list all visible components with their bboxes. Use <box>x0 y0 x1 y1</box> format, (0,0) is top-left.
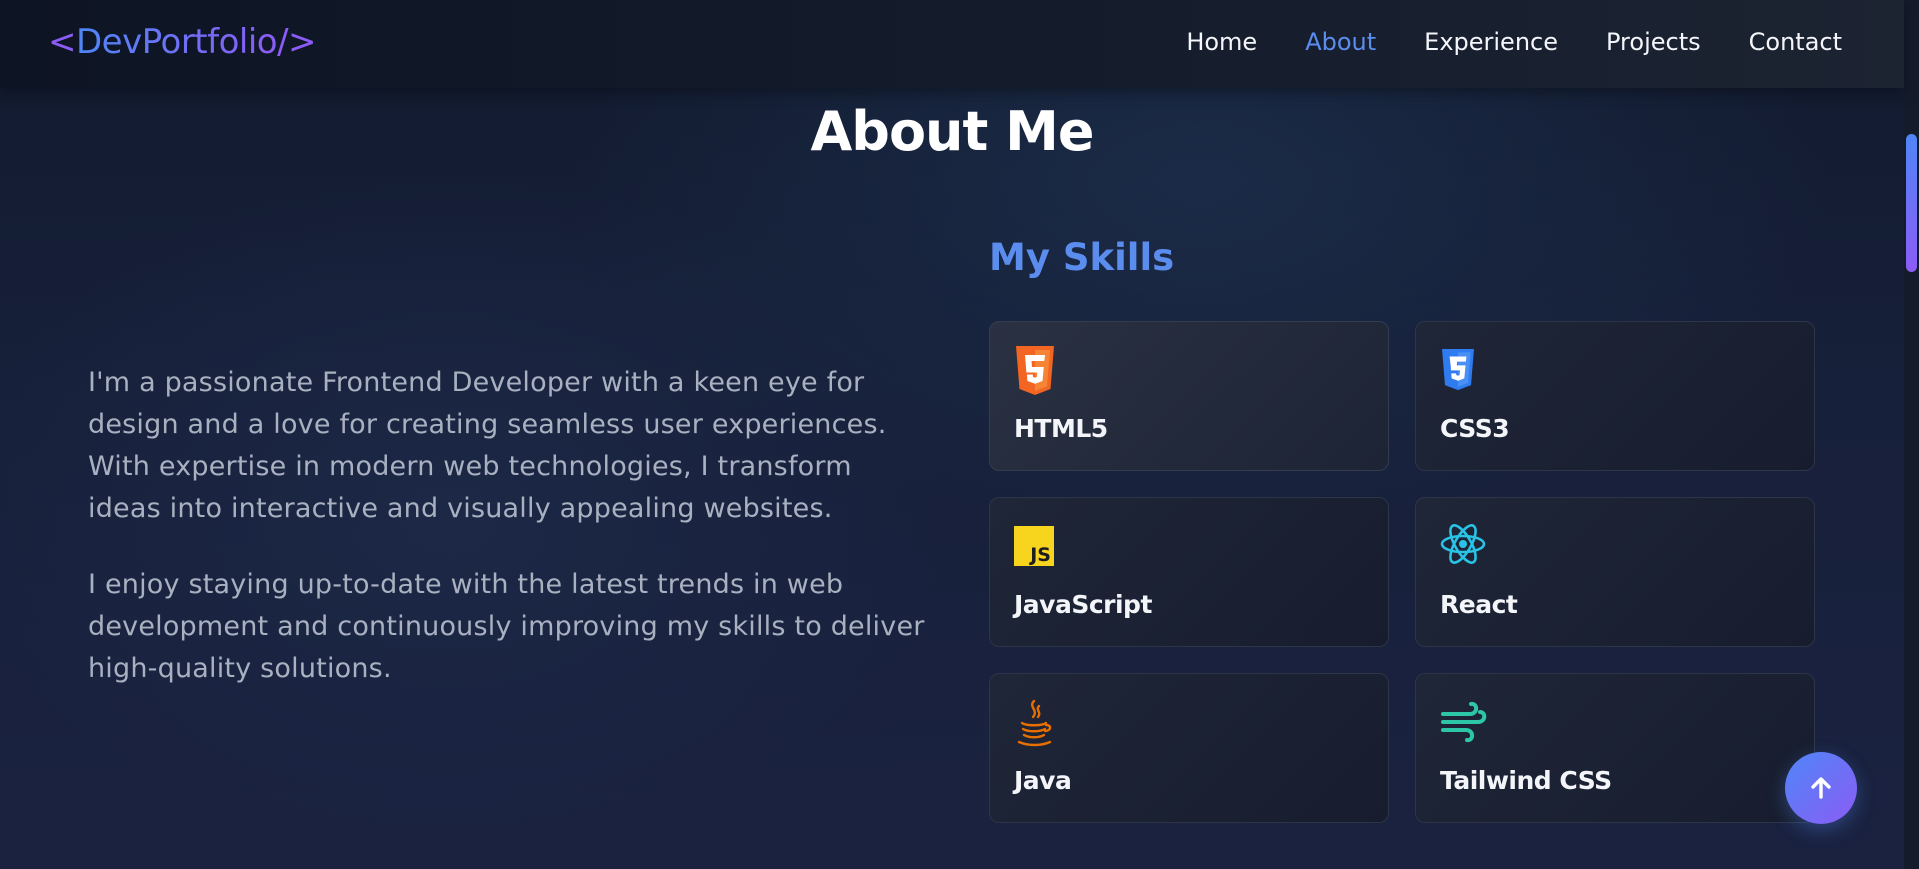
skill-card-tailwind[interactable]: Tailwind CSS <box>1415 673 1815 823</box>
scroll-to-top-button[interactable] <box>1785 752 1857 824</box>
nav-link-experience[interactable]: Experience <box>1424 24 1558 60</box>
logo-text: DevPortfolio <box>76 22 278 62</box>
svg-text:JS: JS <box>1028 544 1051 566</box>
skill-name: CSS3 <box>1440 414 1510 443</box>
react-icon <box>1440 522 1486 572</box>
skill-name: Tailwind CSS <box>1440 766 1612 795</box>
css3-icon <box>1440 346 1484 396</box>
skill-card-html5[interactable]: HTML5 <box>989 321 1389 471</box>
tailwind-icon <box>1440 698 1487 748</box>
skills-title: My Skills <box>989 236 1175 279</box>
section-title: About Me <box>810 100 1095 163</box>
skill-card-javascript[interactable]: JS JavaScript <box>989 497 1389 647</box>
nav-link-projects[interactable]: Projects <box>1606 24 1701 60</box>
skill-name: HTML5 <box>1014 414 1108 443</box>
skill-name: Java <box>1014 766 1072 795</box>
about-paragraph: I'm a passionate Frontend Developer with… <box>88 367 887 524</box>
logo[interactable]: <DevPortfolio/> <box>48 18 317 66</box>
scrollbar-thumb[interactable] <box>1906 134 1917 272</box>
skill-name: JavaScript <box>1014 590 1152 619</box>
logo-close-bracket: /> <box>277 22 317 62</box>
java-icon <box>1014 698 1058 748</box>
nav-links: Home About Experience Projects Contact <box>1138 24 1842 60</box>
about-paragraph: I enjoy staying up-to-date with the late… <box>88 569 925 684</box>
html5-icon <box>1014 346 1058 396</box>
navbar: <DevPortfolio/> Home About Experience Pr… <box>0 0 1904 88</box>
arrow-up-icon <box>1811 777 1831 799</box>
nav-link-contact[interactable]: Contact <box>1749 24 1842 60</box>
nav-link-home[interactable]: Home <box>1186 24 1257 60</box>
nav-link-about[interactable]: About <box>1305 24 1376 60</box>
skill-name: React <box>1440 590 1518 619</box>
scrollbar-track[interactable] <box>1904 0 1919 869</box>
skill-card-react[interactable]: React <box>1415 497 1815 647</box>
javascript-icon: JS <box>1014 522 1058 572</box>
logo-open-bracket: < <box>48 22 77 62</box>
about-text: I'm a passionate Frontend Developer with… <box>88 362 928 724</box>
skill-card-css3[interactable]: CSS3 <box>1415 321 1815 471</box>
skill-card-java[interactable]: Java <box>989 673 1389 823</box>
